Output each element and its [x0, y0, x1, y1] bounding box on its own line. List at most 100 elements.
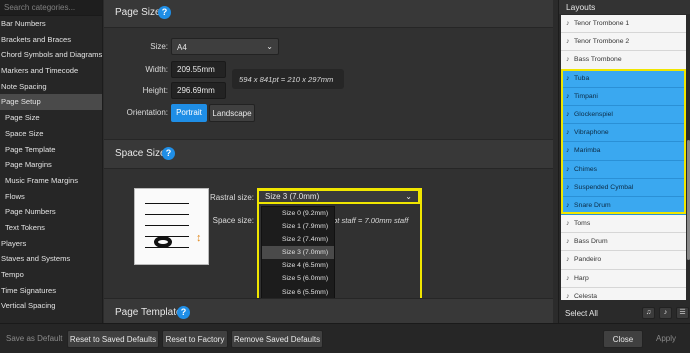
width-field[interactable]: 209.55mm: [171, 61, 226, 78]
close-button[interactable]: Close: [603, 330, 643, 348]
layout-item[interactable]: ♪ Tenor Trombone 2: [561, 33, 686, 52]
page-template-help-icon[interactable]: ?: [177, 306, 190, 319]
rastral-option[interactable]: Size 3 (7.0mm): [262, 246, 334, 260]
nav-item[interactable]: Bar Numbers: [0, 16, 102, 32]
page-size-dropdown[interactable]: A4 ⌄: [171, 38, 279, 55]
nav-item[interactable]: Tempo: [0, 267, 102, 283]
layout-item-label: Toms: [574, 220, 591, 228]
space-size-label: Space size:: [212, 216, 254, 225]
category-list: Bar Numbers Brackets and Braces Chord Symb…: [0, 16, 102, 314]
save-as-default-button[interactable]: Save as Default: [6, 334, 62, 343]
nav-item[interactable]: Page Margins: [0, 157, 102, 173]
nav-item[interactable]: Time Signatures: [0, 283, 102, 299]
layout-item-label: Bass Trombone: [574, 56, 622, 64]
layout-item[interactable]: ♪ Vibraphone: [561, 124, 686, 143]
rastral-option[interactable]: Size 4 (6.5mm): [262, 259, 334, 272]
nav-item[interactable]: Page Numbers: [0, 204, 102, 220]
whole-note-icon: [154, 236, 172, 248]
page-size-section-header: Page Size ?: [104, 0, 553, 28]
height-field[interactable]: 296.69mm: [171, 82, 226, 99]
page-template-section-header: Page Template ?: [104, 298, 553, 323]
part-layout-icon: ♪: [566, 292, 570, 300]
staff-preview-image: ↕: [134, 188, 209, 265]
page-size-value: A4: [177, 43, 187, 52]
options-panel: Page Size ? Size: A4 ⌄ Width: 209.55mm H…: [104, 0, 553, 323]
resize-arrow-icon: ↕: [196, 232, 202, 244]
layout-item[interactable]: ♪ Timpani: [561, 87, 686, 106]
layout-item[interactable]: ♪ Glockenspiel: [561, 105, 686, 125]
part-layout-icon: ♪: [566, 38, 570, 46]
nav-item[interactable]: Brackets and Braces: [0, 32, 102, 48]
nav-item[interactable]: Page Setup: [0, 94, 102, 111]
rastral-size-value: Size 3 (7.0mm): [265, 192, 320, 201]
category-search-input[interactable]: Search categories...: [0, 0, 102, 16]
layout-item[interactable]: ♪ Snare Drum: [561, 196, 686, 216]
layouts-title: Layouts: [559, 0, 690, 14]
nav-item[interactable]: Note Spacing: [0, 79, 102, 95]
part-layout-icon: ♪: [566, 92, 570, 100]
part-layout-icon: ♪: [566, 201, 570, 209]
layout-item[interactable]: ♪ Marimba: [561, 142, 686, 161]
space-size-tip: ot staff = 7.00mm staff: [333, 216, 409, 225]
nav-item[interactable]: Chord Symbols and Diagrams: [0, 47, 102, 63]
layouts-footer: Select All ♫ ♪ ☰: [559, 303, 690, 323]
layouts-list: ♪ Tenor Trombone 1 ♪ Tenor Trombone 2 ♪ Bass …: [561, 15, 686, 300]
nav-item[interactable]: Flows: [0, 189, 102, 205]
rastral-option[interactable]: Size 1 (7.9mm): [262, 220, 334, 233]
part-layout-icon: ♪: [566, 56, 570, 64]
page-size-help-icon[interactable]: ?: [158, 6, 171, 19]
page-template-title: Page Template: [115, 307, 182, 318]
layout-item-label: Pandeiro: [574, 256, 602, 264]
layout-item[interactable]: ♪ Tuba: [561, 69, 686, 88]
part-layout-icon: ♪: [566, 20, 570, 27]
layout-item[interactable]: ♪ Pandeiro: [561, 251, 686, 270]
part-layout-icon: ♪: [566, 274, 570, 282]
nav-item[interactable]: Text Tokens: [0, 220, 102, 236]
layout-item[interactable]: ♪ Chimes: [561, 160, 686, 179]
portrait-button[interactable]: Portrait: [171, 104, 207, 122]
select-all-label: Select All: [565, 309, 598, 318]
rastral-option[interactable]: Size 6 (5.5mm): [262, 286, 334, 299]
chevron-down-icon: ⌄: [405, 192, 412, 201]
layout-item[interactable]: ♪ Harp: [561, 269, 686, 288]
layout-item[interactable]: ♪ Celesta: [561, 287, 686, 300]
nav-item[interactable]: Page Template: [0, 142, 102, 158]
layout-item-label: Tenor Trombone 1: [574, 20, 630, 27]
layout-item-label: Suspended Cymbal: [574, 183, 634, 191]
rastral-size-label: Rastral size:: [209, 193, 254, 202]
layout-item[interactable]: ♪ Bass Drum: [561, 233, 686, 252]
nav-item[interactable]: Vertical Spacing: [0, 298, 102, 314]
part-layout-icon: ♪: [566, 165, 570, 173]
custom-filter-icon[interactable]: ☰: [676, 307, 689, 319]
reset-saved-defaults-button[interactable]: Reset to Saved Defaults: [67, 330, 159, 348]
nav-item[interactable]: Page Size: [0, 110, 102, 126]
part-layout-icon: ♪: [566, 110, 570, 118]
layout-item[interactable]: ♪ Suspended Cymbal: [561, 178, 686, 197]
layout-item[interactable]: ♪ Tenor Trombone 1: [561, 15, 686, 34]
part-layout-icon: ♪: [566, 220, 570, 228]
chevron-down-icon: ⌄: [266, 42, 273, 51]
rastral-option[interactable]: Size 2 (7.4mm): [262, 233, 334, 246]
nav-item[interactable]: Players: [0, 236, 102, 252]
landscape-button[interactable]: Landscape: [209, 104, 255, 122]
full-score-filter-icon[interactable]: ♫: [642, 307, 655, 319]
nav-item[interactable]: Space Size: [0, 126, 102, 142]
nav-item[interactable]: Staves and Systems: [0, 251, 102, 267]
rastral-option[interactable]: Size 0 (9.2mm): [262, 207, 334, 220]
remove-saved-defaults-button[interactable]: Remove Saved Defaults: [231, 330, 323, 348]
layout-item-label: Harp: [574, 274, 589, 282]
part-filter-icon[interactable]: ♪: [659, 307, 672, 319]
nav-item[interactable]: Markers and Timecode: [0, 63, 102, 79]
layout-item[interactable]: ♪ Bass Trombone: [561, 51, 686, 70]
rastral-option[interactable]: Size 5 (6.0mm): [262, 272, 334, 285]
layout-item[interactable]: ♪ Toms: [561, 215, 686, 234]
space-size-help-icon[interactable]: ?: [162, 147, 175, 160]
layout-item-label: Tenor Trombone 2: [574, 38, 630, 46]
layout-item-label: Chimes: [574, 165, 598, 173]
nav-item[interactable]: Music Frame Margins: [0, 173, 102, 189]
reset-to-factory-button[interactable]: Reset to Factory: [162, 330, 228, 348]
rastral-size-dropdown[interactable]: Size 3 (7.0mm) ⌄: [257, 189, 420, 204]
category-sidebar: Search categories... Bar Numbers Brackets…: [0, 0, 103, 323]
apply-button[interactable]: Apply: [656, 334, 676, 343]
orientation-label: Orientation:: [126, 108, 168, 117]
